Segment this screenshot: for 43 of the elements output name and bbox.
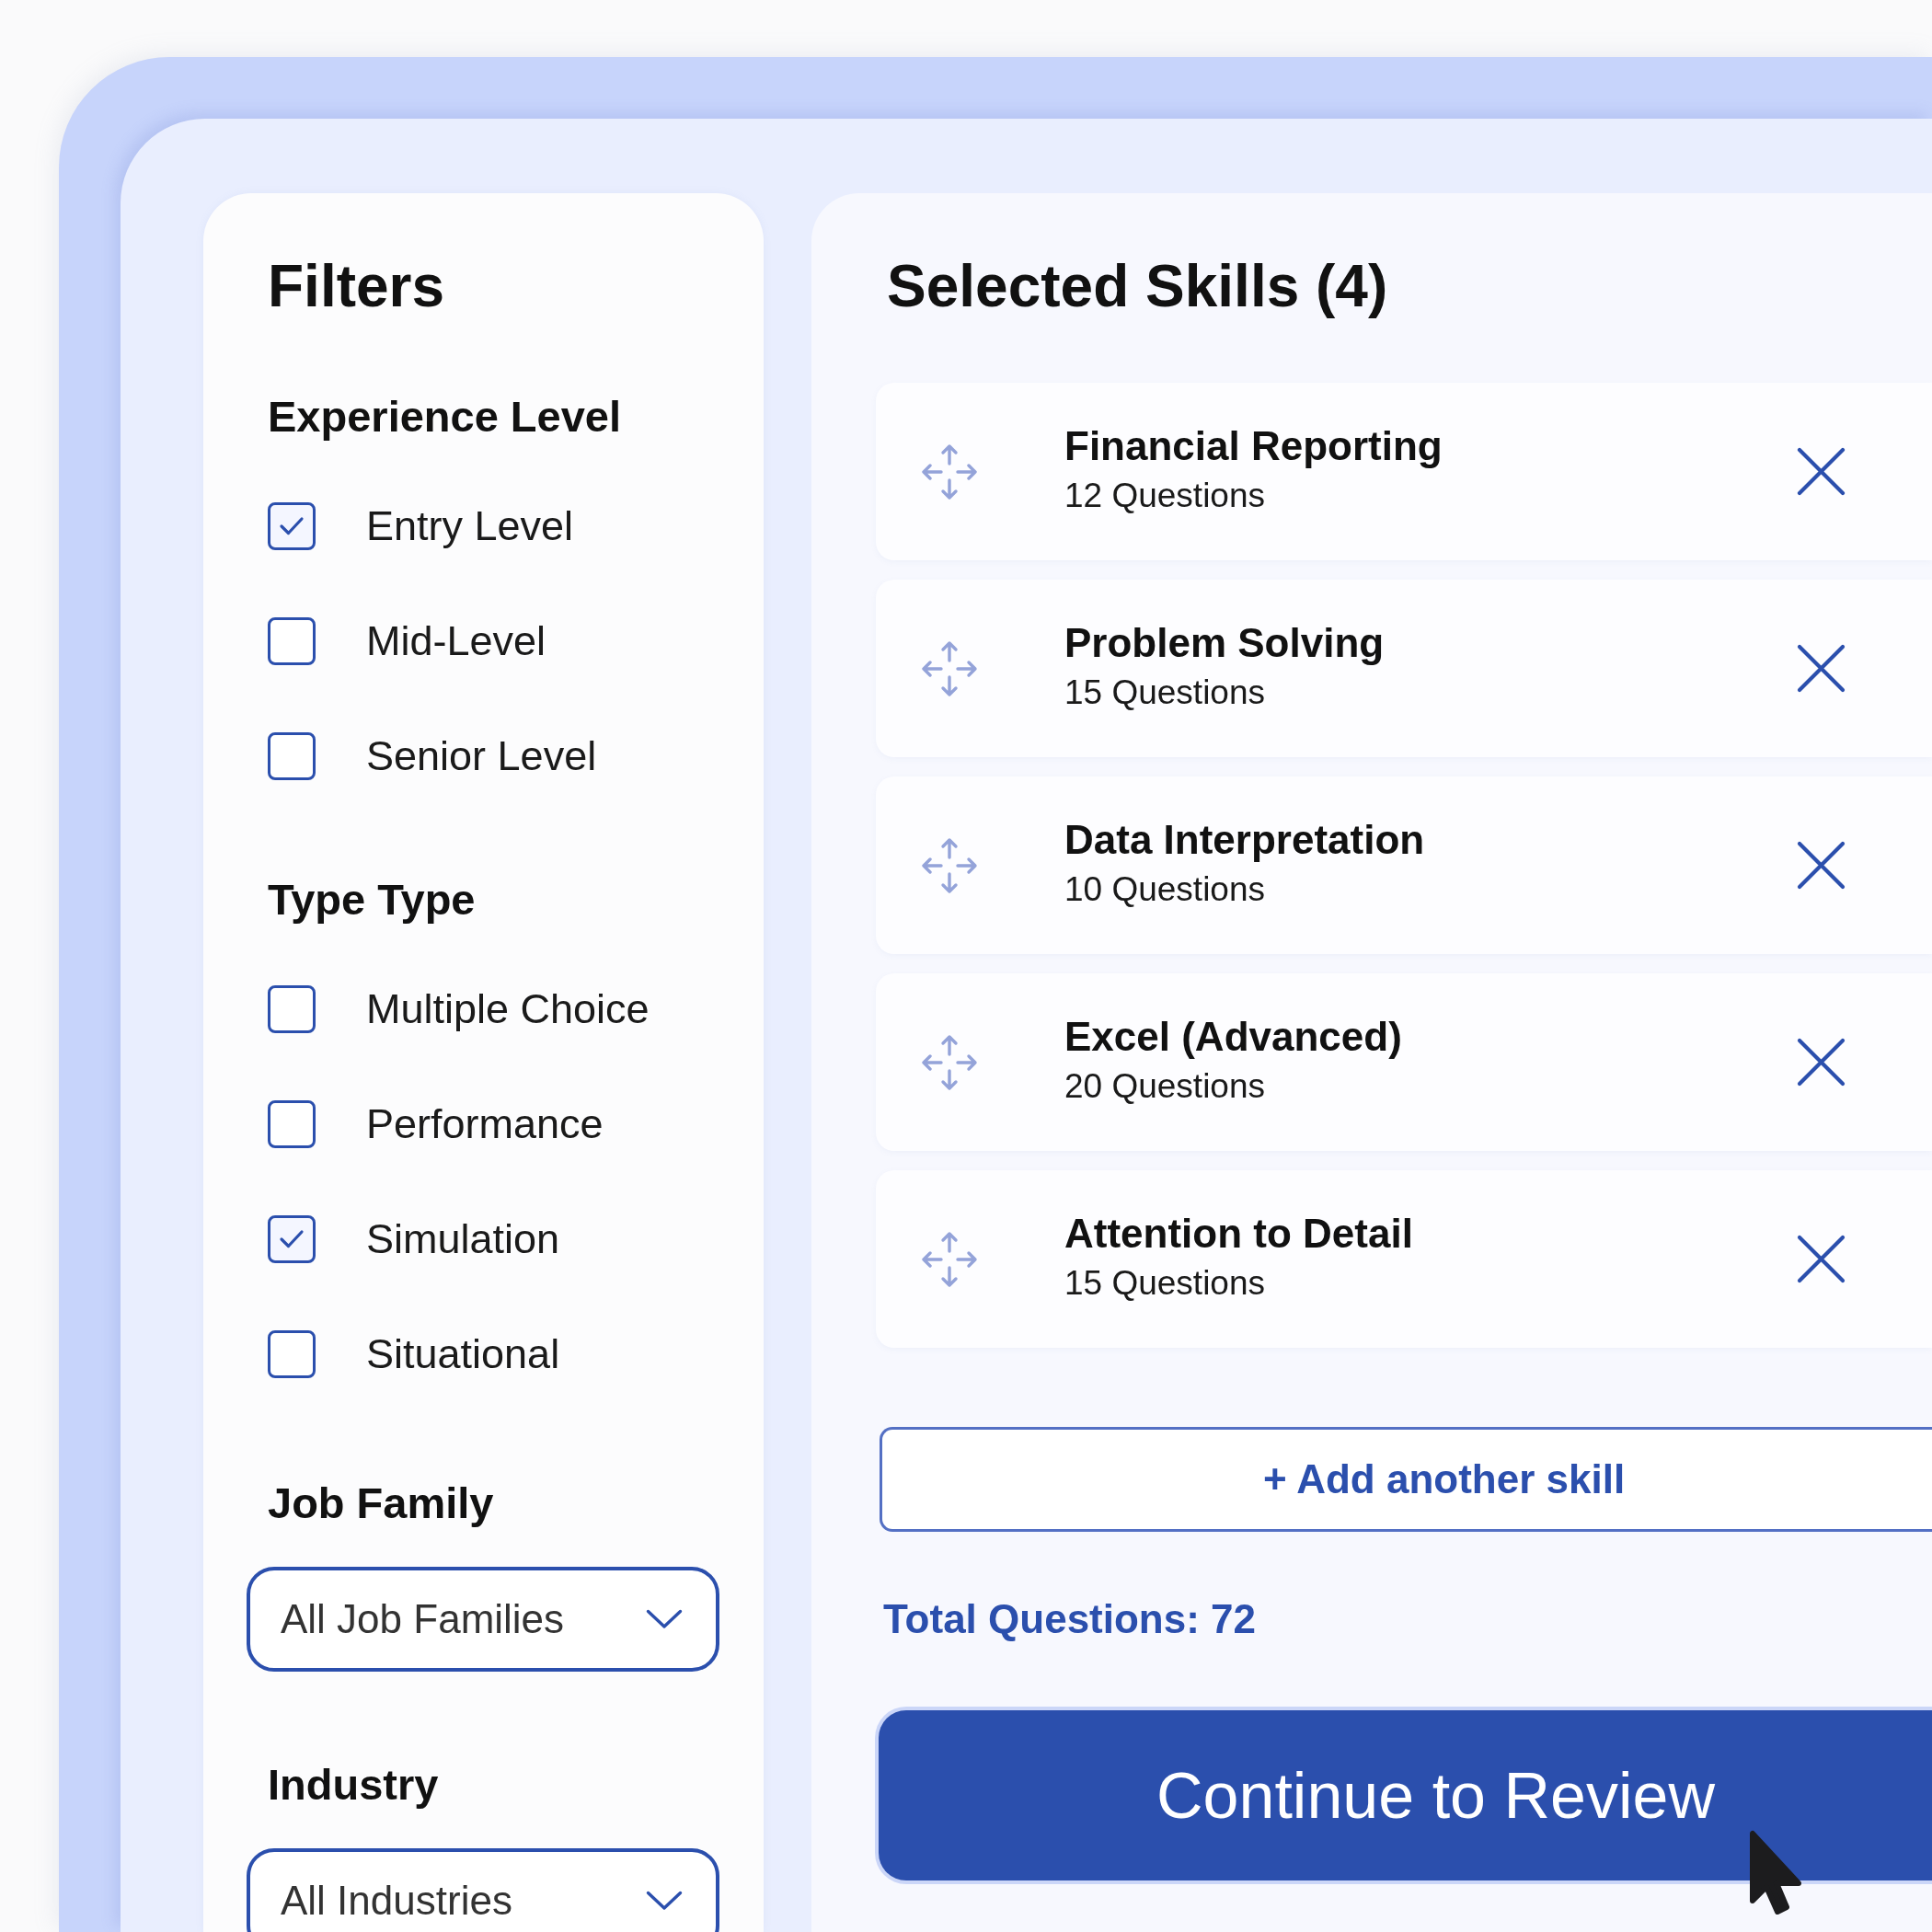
checkbox[interactable]	[268, 731, 316, 780]
skill-name: Problem Solving	[1064, 619, 1385, 667]
chevron-down-icon	[646, 1609, 683, 1629]
checkbox[interactable]	[268, 1329, 316, 1378]
checkbox[interactable]	[268, 1214, 316, 1263]
checkbox-label: Multiple Choice	[366, 983, 650, 1034]
question-count: 15 Questions	[1064, 1263, 1267, 1304]
section-heading: Type Type	[268, 874, 477, 926]
checkbox[interactable]	[268, 1099, 316, 1148]
close-icon[interactable]	[1797, 841, 1846, 890]
close-icon[interactable]	[1797, 644, 1846, 693]
checkbox-label: Situational	[366, 1328, 560, 1379]
total-questions: Total Questions: 72	[883, 1595, 1257, 1643]
add-skill-button[interactable]: + Add another skill	[880, 1427, 1932, 1532]
checkbox-label: Entry Level	[366, 500, 574, 551]
checkbox-label: Performance	[366, 1098, 604, 1149]
question-count: 15 Questions	[1064, 673, 1267, 713]
checkbox[interactable]	[268, 984, 316, 1033]
checkmark-icon	[279, 515, 305, 536]
close-icon[interactable]	[1797, 1038, 1846, 1087]
checkbox-label: Mid-Level	[366, 615, 546, 666]
skill-name: Excel (Advanced)	[1064, 1013, 1402, 1061]
checkbox[interactable]	[268, 616, 316, 665]
checkbox[interactable]	[268, 501, 316, 550]
dropdown[interactable]: All Job Families	[247, 1567, 719, 1672]
section-heading: Experience Level	[268, 391, 623, 443]
checkmark-icon	[279, 1228, 305, 1249]
skill-name: Data Interpretation	[1064, 816, 1425, 864]
question-count: 20 Questions	[1064, 1066, 1267, 1107]
dropdown[interactable]: All Industries	[247, 1848, 719, 1932]
chevron-down-icon	[646, 1891, 683, 1911]
filters-title: Filters	[268, 252, 446, 321]
close-icon[interactable]	[1797, 447, 1846, 496]
section-heading: Industry	[268, 1759, 440, 1811]
question-count: 10 Questions	[1064, 869, 1267, 910]
question-count: 12 Questions	[1064, 476, 1267, 516]
section-heading: Job Family	[268, 1478, 495, 1529]
checkbox-label: Simulation	[366, 1213, 560, 1264]
skill-name: Attention to Detail	[1064, 1210, 1413, 1258]
skill-name: Financial Reporting	[1064, 422, 1443, 470]
close-icon[interactable]	[1797, 1235, 1846, 1283]
checkbox-label: Senior Level	[366, 730, 597, 781]
panel-title: Selected Skills (4)	[887, 252, 1389, 321]
